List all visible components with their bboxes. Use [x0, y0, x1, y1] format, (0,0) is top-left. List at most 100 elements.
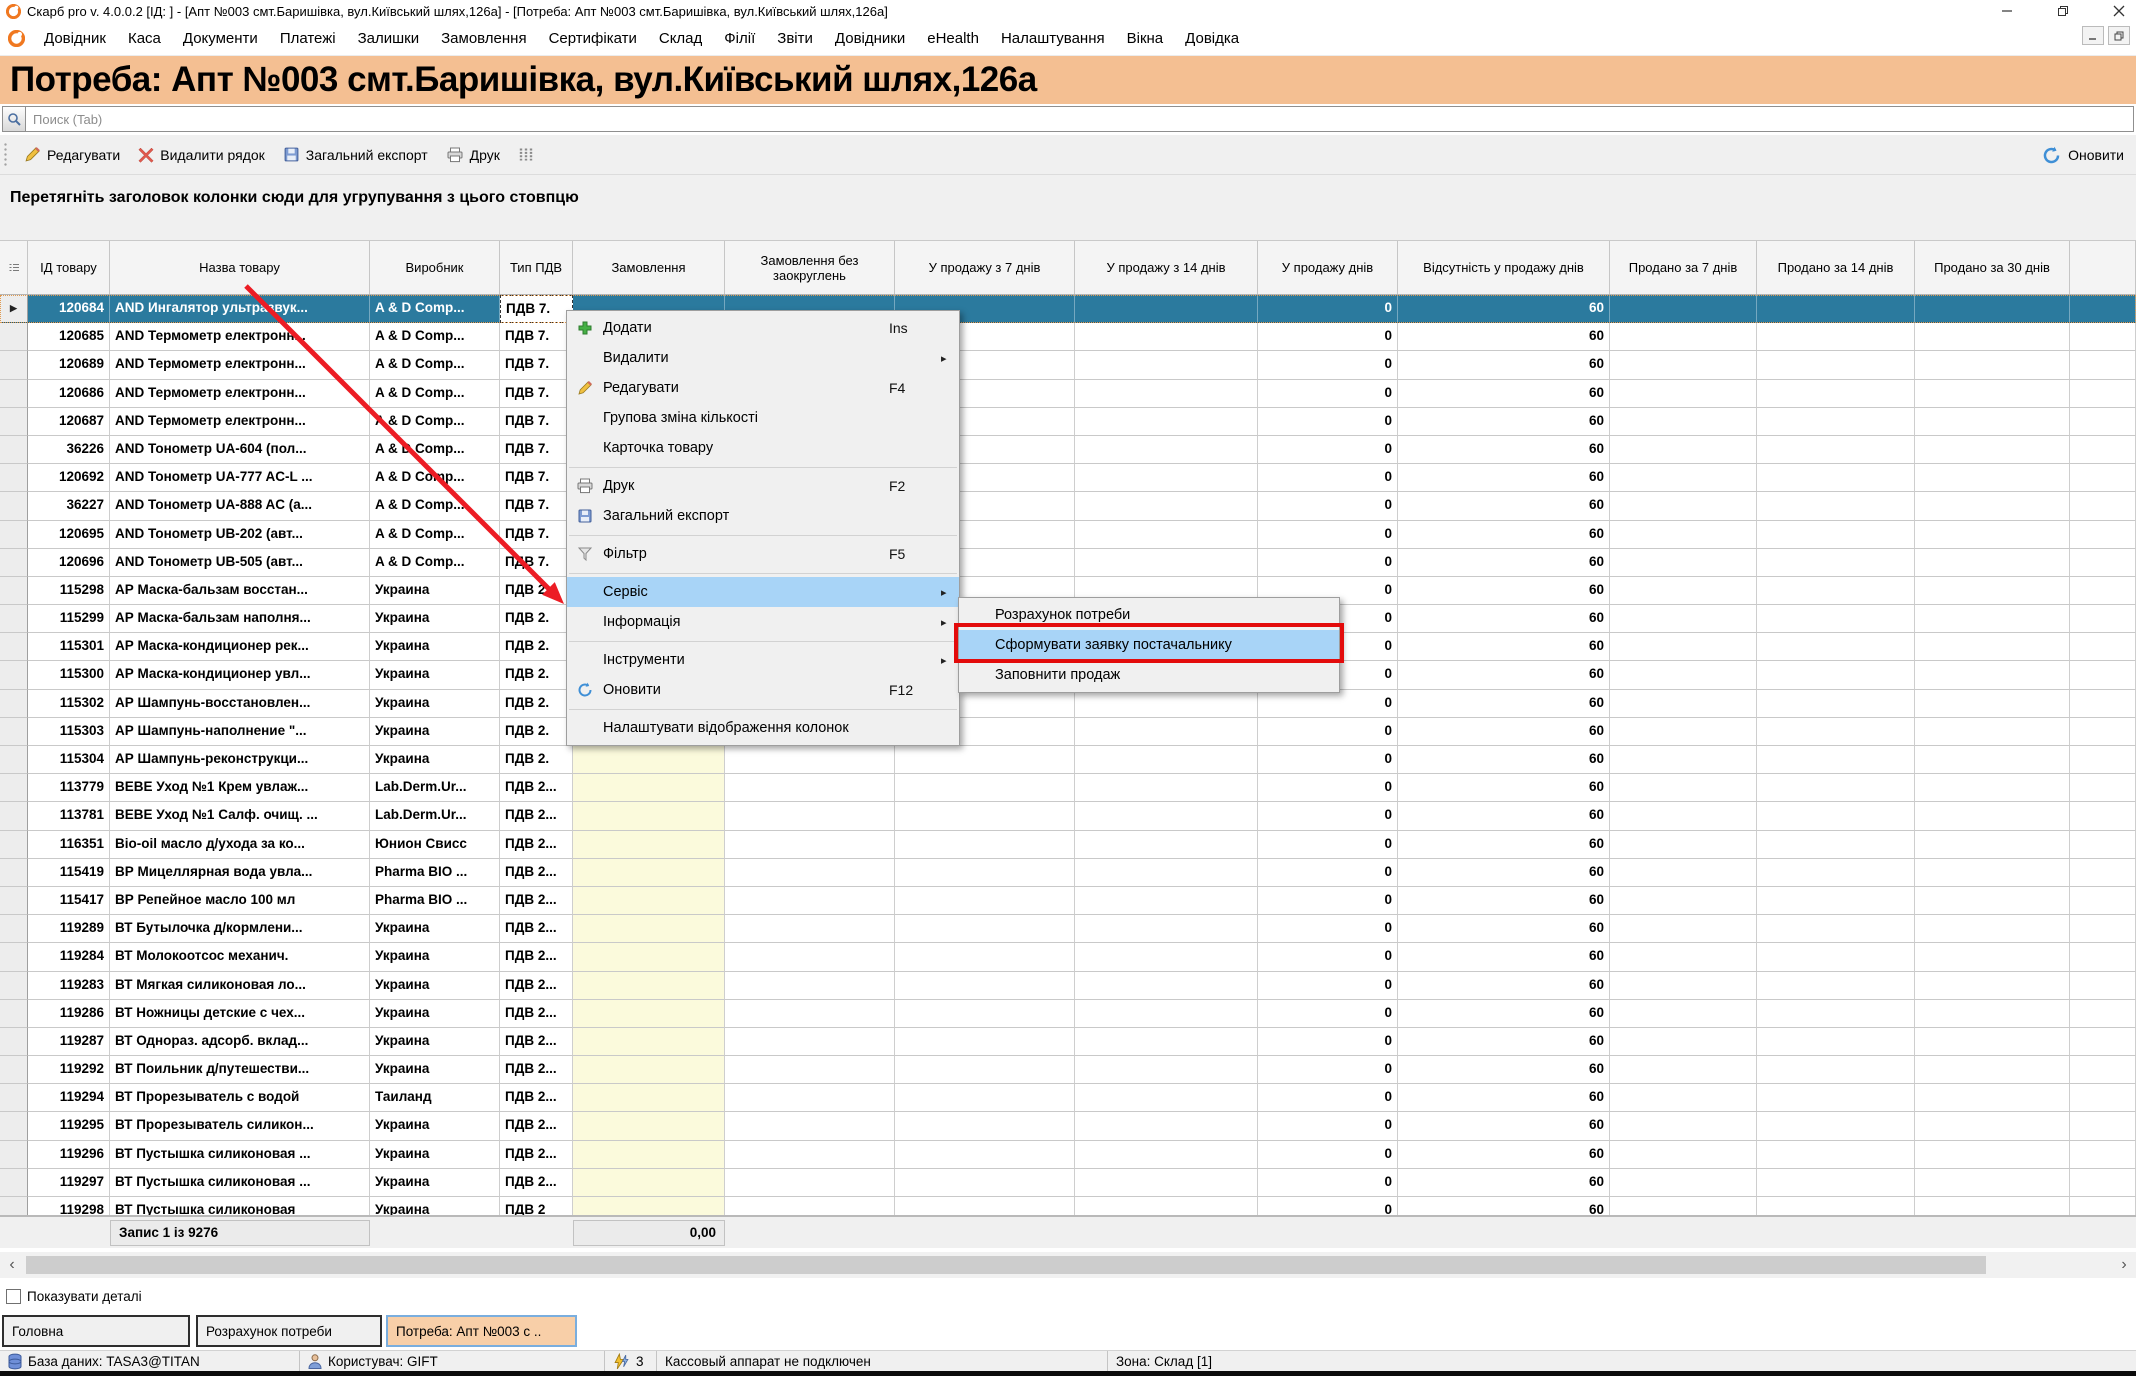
- table-cell[interactable]: [573, 802, 725, 830]
- table-cell[interactable]: [1610, 436, 1757, 464]
- table-cell[interactable]: [1075, 1056, 1258, 1084]
- table-cell[interactable]: [0, 464, 28, 492]
- table-cell[interactable]: [1915, 633, 2070, 661]
- table-cell[interactable]: [0, 549, 28, 577]
- show-details-checkbox[interactable]: [6, 1289, 21, 1304]
- table-cell[interactable]: [2070, 802, 2136, 830]
- columns-grid-icon[interactable]: [509, 140, 543, 170]
- table-cell[interactable]: [1915, 605, 2070, 633]
- table-cell[interactable]: A & D Comp...: [370, 323, 500, 351]
- header-cell[interactable]: Продано за 14 днів: [1757, 241, 1915, 294]
- table-cell[interactable]: ПДВ 7.: [500, 464, 573, 492]
- table-cell[interactable]: ПДВ 2...: [500, 774, 573, 802]
- table-cell[interactable]: 0: [1258, 718, 1398, 746]
- minimize-button[interactable]: [1998, 3, 2016, 19]
- table-cell[interactable]: 60: [1398, 1056, 1610, 1084]
- table-cell[interactable]: [1075, 802, 1258, 830]
- table-row[interactable]: 119295ВТ Прорезыватель силикон...Украина…: [0, 1112, 2136, 1140]
- table-cell[interactable]: [2070, 1112, 2136, 1140]
- table-cell[interactable]: 0: [1258, 1056, 1398, 1084]
- table-cell[interactable]: [1075, 690, 1258, 718]
- table-cell[interactable]: A & D Comp...: [370, 549, 500, 577]
- submenu-item[interactable]: Розрахунок потреби: [959, 600, 1339, 630]
- table-cell[interactable]: 115304: [28, 746, 110, 774]
- table-cell[interactable]: Украина: [370, 1028, 500, 1056]
- table-cell[interactable]: ПДВ 7.: [500, 295, 573, 323]
- table-cell[interactable]: ПДВ 7.: [500, 380, 573, 408]
- table-cell[interactable]: [1075, 1000, 1258, 1028]
- table-cell[interactable]: Таиланд: [370, 1084, 500, 1112]
- search-input[interactable]: [27, 107, 2127, 131]
- table-row[interactable]: 113779BEBE Уход №1 Крем увлаж...Lab.Derm…: [0, 774, 2136, 802]
- table-cell[interactable]: [1075, 859, 1258, 887]
- table-cell[interactable]: [0, 718, 28, 746]
- table-cell[interactable]: [2070, 887, 2136, 915]
- table-cell[interactable]: 60: [1398, 549, 1610, 577]
- table-cell[interactable]: [1075, 1197, 1258, 1215]
- table-cell[interactable]: [1610, 661, 1757, 689]
- table-cell[interactable]: [0, 690, 28, 718]
- table-cell[interactable]: [2070, 521, 2136, 549]
- table-row[interactable]: 119296ВТ Пустышка силиконовая ...Украина…: [0, 1141, 2136, 1169]
- tab-1[interactable]: Головна: [2, 1315, 190, 1347]
- table-cell[interactable]: [2070, 690, 2136, 718]
- table-cell[interactable]: [725, 887, 895, 915]
- table-row[interactable]: 119298ВТ Пустышка силиконоваяУкраинаПДВ …: [0, 1197, 2136, 1215]
- table-cell[interactable]: [1075, 1141, 1258, 1169]
- table-cell[interactable]: [725, 1028, 895, 1056]
- table-cell[interactable]: [1757, 1000, 1915, 1028]
- table-cell[interactable]: [1757, 323, 1915, 351]
- table-cell[interactable]: 115300: [28, 661, 110, 689]
- table-cell[interactable]: [895, 915, 1075, 943]
- table-cell[interactable]: ПДВ 2...: [500, 1169, 573, 1197]
- table-cell[interactable]: AND Термометр електронн...: [110, 323, 370, 351]
- table-cell[interactable]: 120696: [28, 549, 110, 577]
- table-cell[interactable]: ПДВ 7.: [500, 436, 573, 464]
- table-cell[interactable]: [0, 1056, 28, 1084]
- table-cell[interactable]: [1757, 1084, 1915, 1112]
- table-cell[interactable]: AND Тонометр UB-202 (авт...: [110, 521, 370, 549]
- table-row[interactable]: 119289ВТ Бутылочка д/кормлени...УкраинаП…: [0, 915, 2136, 943]
- table-cell[interactable]: [1610, 887, 1757, 915]
- table-cell[interactable]: [0, 1112, 28, 1140]
- restore-button[interactable]: [2054, 3, 2072, 19]
- table-cell[interactable]: Украина: [370, 690, 500, 718]
- close-button[interactable]: [2110, 3, 2128, 19]
- table-cell[interactable]: [573, 972, 725, 1000]
- table-cell[interactable]: 120684: [28, 295, 110, 323]
- table-cell[interactable]: 0: [1258, 972, 1398, 1000]
- table-cell[interactable]: A & D Comp...: [370, 380, 500, 408]
- table-cell[interactable]: [1757, 859, 1915, 887]
- table-cell[interactable]: [0, 972, 28, 1000]
- table-row[interactable]: 115302АР Шампунь-восстановлен...УкраинаП…: [0, 690, 2136, 718]
- table-cell[interactable]: 60: [1398, 436, 1610, 464]
- table-cell[interactable]: [1610, 1056, 1757, 1084]
- table-cell[interactable]: [725, 1197, 895, 1215]
- table-cell[interactable]: 60: [1398, 1084, 1610, 1112]
- table-cell[interactable]: Украина: [370, 661, 500, 689]
- table-cell[interactable]: [573, 1084, 725, 1112]
- table-cell[interactable]: [1757, 802, 1915, 830]
- table-cell[interactable]: [1915, 1112, 2070, 1140]
- table-cell[interactable]: [1757, 549, 1915, 577]
- delete-row-button[interactable]: Видалити рядок: [129, 140, 274, 170]
- table-cell[interactable]: Украина: [370, 718, 500, 746]
- table-cell[interactable]: [1610, 1028, 1757, 1056]
- table-cell[interactable]: Украина: [370, 605, 500, 633]
- table-cell[interactable]: [1610, 408, 1757, 436]
- context-menu-item[interactable]: РедагуватиF4: [567, 373, 959, 403]
- table-cell[interactable]: AND Ингалятор ультразвук...: [110, 295, 370, 323]
- table-cell[interactable]: 60: [1398, 746, 1610, 774]
- table-cell[interactable]: [2070, 323, 2136, 351]
- table-cell[interactable]: [1757, 1112, 1915, 1140]
- table-cell[interactable]: [1610, 831, 1757, 859]
- table-cell[interactable]: [1610, 464, 1757, 492]
- table-cell[interactable]: [573, 746, 725, 774]
- header-cell[interactable]: Замовлення без заокруглень: [725, 241, 895, 294]
- table-cell[interactable]: [725, 1056, 895, 1084]
- header-cell[interactable]: Відсутність у продажу днів: [1398, 241, 1610, 294]
- table-cell[interactable]: [573, 887, 725, 915]
- context-menu-item[interactable]: Інструменти▸: [567, 645, 959, 675]
- table-cell[interactable]: [0, 1197, 28, 1215]
- table-cell[interactable]: 113781: [28, 802, 110, 830]
